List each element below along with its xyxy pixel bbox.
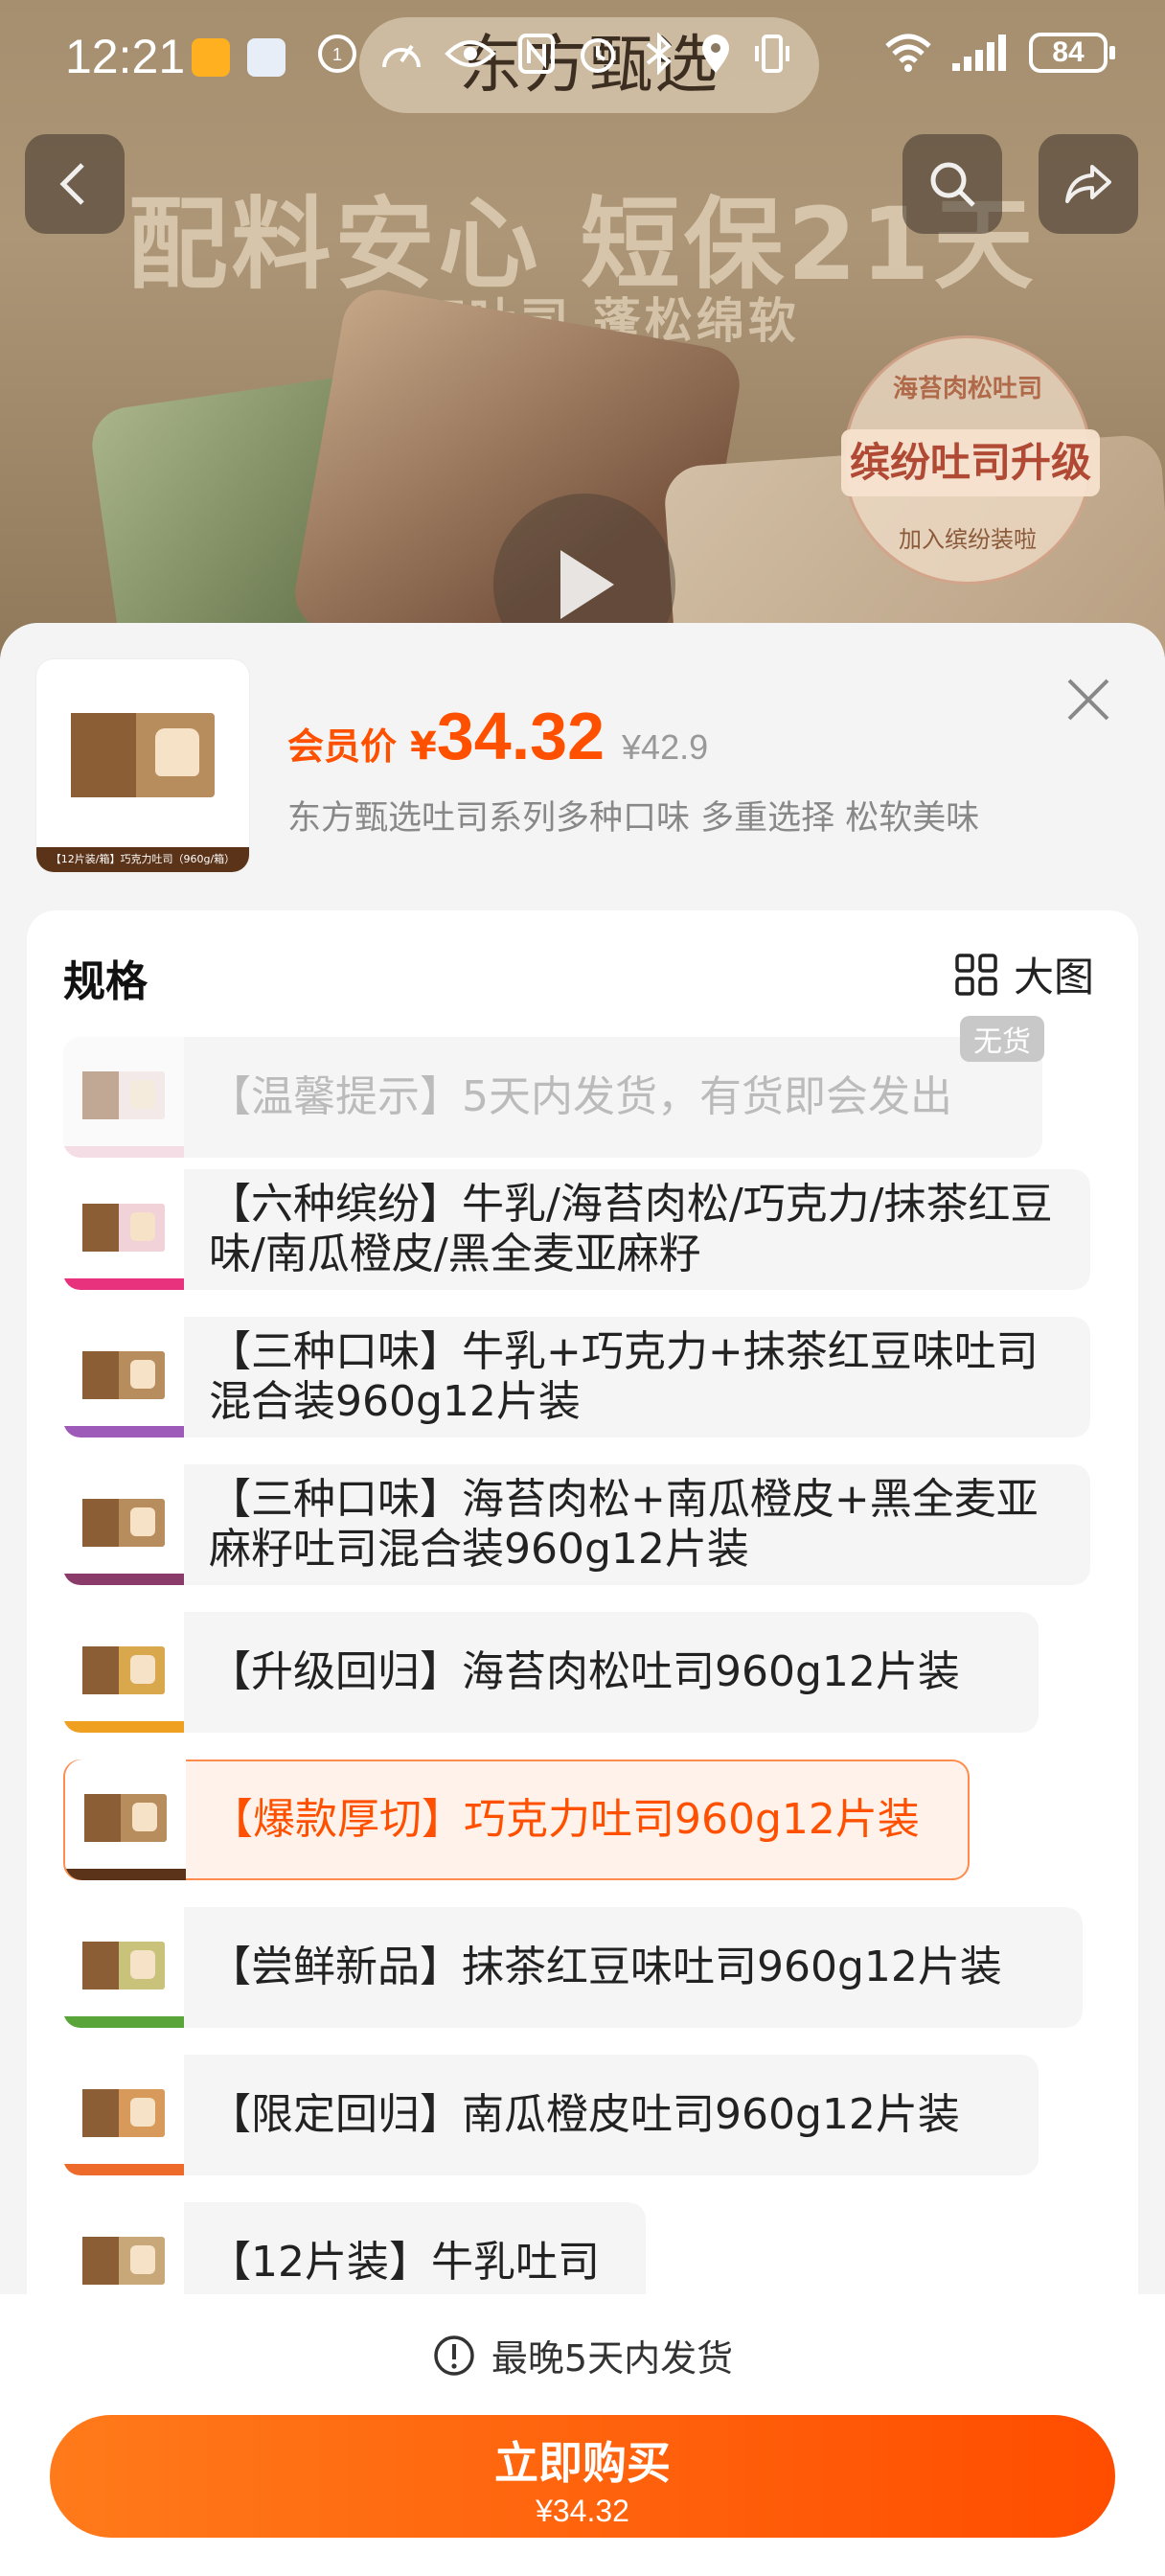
sku-option-image <box>63 1612 184 1733</box>
share-button[interactable] <box>1039 134 1138 234</box>
sku-option-label: 【尝鲜新品】抹茶红豆味吐司960g12片装 <box>209 1943 1002 1991</box>
sku-option-notice[interactable]: 【温馨提示】5天内发货，有货即会发出 无货 <box>63 1016 1044 1158</box>
info-icon <box>434 2334 474 2376</box>
status-time: 12:21 <box>65 30 186 83</box>
out-of-stock-badge: 无货 <box>960 1016 1044 1062</box>
sku-option-seaweed[interactable]: 【升级回归】海苔肉松吐司960g12片装 <box>63 1612 1039 1733</box>
sku-option-label: 【限定回归】南瓜橙皮吐司960g12片装 <box>209 2090 960 2139</box>
status-right: 84 <box>883 33 1115 73</box>
sku-option-three-flavors-b[interactable]: 【三种口味】海苔肉松+南瓜橙皮+黑全麦亚麻籽吐司混合装960g12片装 <box>63 1464 1090 1585</box>
sku-option-chocolate[interactable]: 【爆款厚切】巧克力吐司960g12片装 <box>63 1760 970 1880</box>
back-button[interactable] <box>25 134 125 234</box>
sku-option-image <box>63 1317 184 1438</box>
price-row: 会员价 ¥ 34.32 ¥42.9 <box>287 698 708 774</box>
sku-option-label: 【12片装】牛乳吐司 <box>209 2238 600 2287</box>
badge-main-text: 缤纷吐司升级 <box>841 429 1100 496</box>
play-icon <box>560 550 614 619</box>
sku-option-image <box>63 2055 184 2175</box>
speedometer-icon <box>382 44 421 68</box>
status-icons: 1 <box>316 33 791 75</box>
sku-option-six-flavors[interactable]: 【六种缤纷】牛乳/海苔肉松/巧克力/抹茶红豆味/南瓜橙皮/黑全麦亚麻籽 <box>63 1169 1090 1290</box>
member-price: 34.32 <box>436 699 605 773</box>
sku-option-image <box>63 1907 184 2028</box>
location-icon <box>702 34 729 73</box>
spec-title: 规格 <box>63 957 148 1006</box>
alarm-icon <box>581 38 615 73</box>
signal-icon <box>952 34 1006 71</box>
sku-option-image <box>65 1760 186 1880</box>
sku-option-label: 【三种口味】牛乳+巧克力+抹茶红豆味吐司混合装960g12片装 <box>209 1327 1039 1426</box>
battery-indicator: 84 <box>1029 33 1115 73</box>
spec-card: 规格 大图 【温馨提示】5天内发货，有货即会发出 无货 【六种缤纷】牛乳/海苔肉… <box>27 910 1138 2444</box>
share-icon <box>1065 165 1111 203</box>
big-view-label: 大图 <box>1013 954 1094 1000</box>
wifi-icon <box>885 34 931 72</box>
badge-top-text: 海苔肉松吐司 <box>892 375 1042 403</box>
sku-option-label: 【爆款厚切】巧克力吐司960g12片装 <box>211 1795 920 1844</box>
thumbnail-caption: 【12片装/箱】巧克力吐司（960g/箱） <box>36 847 249 872</box>
sku-option-label: 【六种缤纷】牛乳/海苔肉松/巧克力/抹茶红豆味/南瓜橙皮/黑全麦亚麻籽 <box>209 1180 1053 1278</box>
buy-now-price: ¥34.32 <box>536 2494 629 2528</box>
sku-sheet: 【12片装/箱】巧克力吐司（960g/箱） 会员价 ¥ 34.32 ¥42.9 … <box>0 623 1165 2576</box>
sku-option-label: 【三种口味】海苔肉松+南瓜橙皮+黑全麦亚麻籽吐司混合装960g12片装 <box>209 1475 1039 1574</box>
badge-bottom-text: 加入缤纷装啦 <box>899 526 1037 553</box>
bottom-action-bar: 最晚5天内发货 立即购买 ¥34.32 <box>0 2294 1165 2576</box>
close-icon[interactable] <box>1062 673 1115 726</box>
eye-icon <box>445 40 496 67</box>
sku-option-image <box>63 1464 184 1585</box>
svg-text:1: 1 <box>332 45 342 64</box>
buy-now-label: 立即购买 <box>494 2437 671 2489</box>
status-bar: 12:21 1 84 <box>0 0 1165 115</box>
sku-option-pumpkin[interactable]: 【限定回归】南瓜橙皮吐司960g12片装 <box>63 2055 1039 2175</box>
currency-symbol: ¥ <box>410 724 437 769</box>
search-button[interactable] <box>902 134 1002 234</box>
product-summary: 【12片装/箱】巧克力吐司（960g/箱） 会员价 ¥ 34.32 ¥42.9 … <box>0 623 1165 910</box>
vibrate-icon <box>755 34 789 73</box>
shipping-note-text: 最晚5天内发货 <box>491 2337 734 2380</box>
product-box-image <box>71 713 215 797</box>
sku-option-label: 【温馨提示】5天内发货，有货即会发出 <box>209 1072 952 1121</box>
bluetooth-icon <box>646 33 672 75</box>
grid-icon <box>955 953 997 996</box>
big-view-toggle[interactable]: 大图 <box>954 945 1094 1003</box>
nfc-icon <box>518 34 555 74</box>
original-price: ¥42.9 <box>622 727 709 767</box>
member-price-label: 会员价 <box>287 725 398 768</box>
app-notification-icon <box>192 38 230 77</box>
sku-option-three-flavors-a[interactable]: 【三种口味】牛乳+巧克力+抹茶红豆味吐司混合装960g12片装 <box>63 1317 1090 1438</box>
app-notification-icon-2 <box>247 38 286 77</box>
product-description: 东方甄选吐司系列多种口味 多重选择 松软美味 <box>287 799 980 838</box>
hd-call-icon: 1 <box>318 34 356 73</box>
upgrade-badge: 海苔肉松吐司 缤纷吐司升级 加入缤纷装啦 <box>841 335 1100 585</box>
chevron-left-icon <box>59 163 84 205</box>
sku-option-label: 【升级回归】海苔肉松吐司960g12片装 <box>209 1647 960 1696</box>
sku-option-image <box>63 1037 184 1158</box>
search-icon <box>930 162 975 207</box>
shipping-notice: 最晚5天内发货 <box>0 2329 1165 2381</box>
sku-option-image <box>63 1169 184 1290</box>
sku-option-matcha[interactable]: 【尝鲜新品】抹茶红豆味吐司960g12片装 <box>63 1907 1083 2028</box>
buy-now-button[interactable]: 立即购买 ¥34.32 <box>50 2415 1115 2538</box>
product-thumbnail[interactable]: 【12片装/箱】巧克力吐司（960g/箱） <box>36 659 249 872</box>
